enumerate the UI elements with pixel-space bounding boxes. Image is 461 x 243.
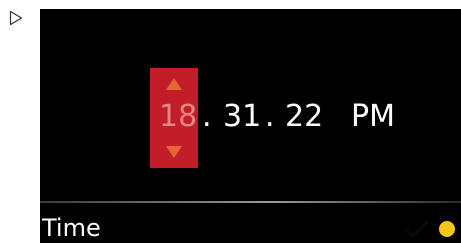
page: 18 . 31 . 22 PM Time (0, 0, 461, 243)
minute-value[interactable]: 31 (223, 100, 261, 134)
check-icon[interactable] (404, 219, 430, 239)
screen-title: Time (42, 214, 101, 242)
second-value[interactable]: 22 (285, 100, 323, 134)
time-separator: . (202, 99, 212, 134)
play-outline-icon (9, 10, 23, 26)
footer-divider (40, 201, 461, 203)
status-dot-icon (439, 221, 455, 237)
time-separator: . (265, 99, 275, 134)
triangle-down-icon[interactable] (166, 146, 182, 158)
ampm-value[interactable]: PM (351, 100, 395, 134)
hour-value[interactable]: 18 (159, 100, 197, 134)
triangle-up-icon[interactable] (166, 78, 182, 90)
device-screen: 18 . 31 . 22 PM Time (40, 9, 461, 243)
